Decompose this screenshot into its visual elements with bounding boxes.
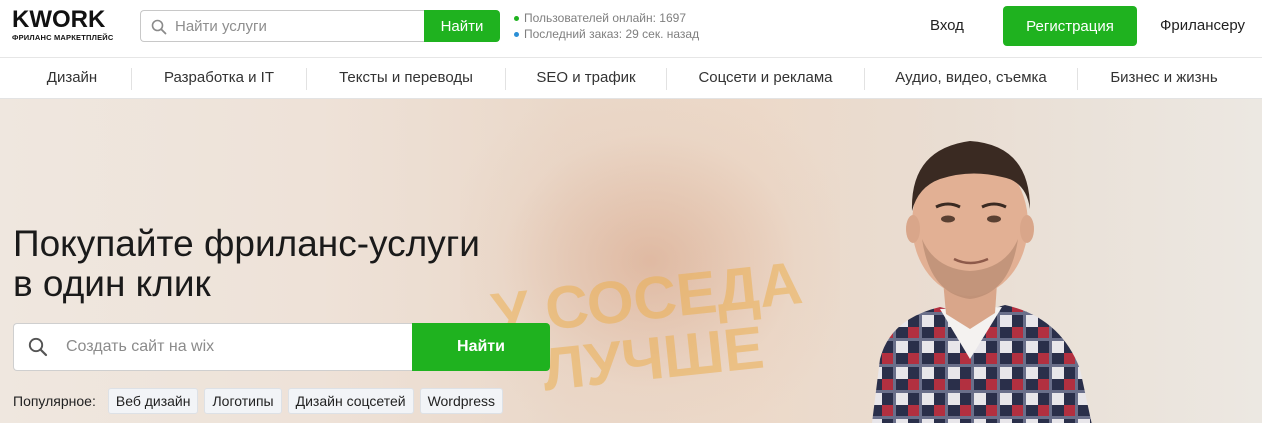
hero-search-button[interactable]: Найти — [412, 323, 550, 371]
stat-last-order-text: Последний заказ: 29 сек. назад — [524, 27, 700, 41]
site-stats: Пользователей онлайн: 1697 Последний зак… — [514, 10, 699, 42]
popular-tag-logos[interactable]: Логотипы — [204, 388, 282, 414]
hero-title: Покупайте фриланс-услуги в один клик — [13, 224, 480, 304]
nav-separator — [306, 68, 307, 90]
hero-search-input[interactable] — [66, 326, 406, 368]
category-nav: Дизайн Разработка и IT Тексты и переводы… — [0, 58, 1262, 99]
category-development[interactable]: Разработка и IT — [133, 58, 305, 98]
stat-online-text: Пользователей онлайн: 1697 — [524, 11, 686, 25]
header-search-input[interactable] — [175, 12, 420, 40]
stat-last-order: Последний заказ: 29 сек. назад — [514, 26, 699, 42]
popular-tag-web-design[interactable]: Веб дизайн — [107, 388, 199, 414]
kwork-logo[interactable]: KWORK ФРИЛАНС МАРКЕТПЛЕЙС — [12, 8, 132, 48]
header-search: Найти — [140, 10, 500, 42]
logo-tagline: ФРИЛАНС МАРКЕТПЛЕЙС — [12, 33, 114, 42]
popular-tag-social-design[interactable]: Дизайн соцсетей — [287, 388, 414, 414]
green-dot-icon — [514, 15, 519, 21]
blue-dot-icon — [514, 31, 519, 37]
category-design[interactable]: Дизайн — [14, 58, 130, 98]
category-audio-video[interactable]: Аудио, видео, съемка — [866, 58, 1076, 98]
header-search-box — [140, 10, 426, 42]
register-button[interactable]: Регистрация — [1003, 6, 1137, 46]
stat-online-users: Пользователей онлайн: 1697 — [514, 10, 699, 26]
category-texts[interactable]: Тексты и переводы — [308, 58, 504, 98]
popular-tag-wordpress[interactable]: Wordpress — [419, 388, 503, 414]
search-icon — [151, 19, 167, 35]
hero-banner: У СОСЕДА ЛУЧШЕ Покупайте фриланс-услуги … — [0, 99, 1262, 423]
nav-separator — [131, 68, 132, 90]
search-icon — [28, 337, 48, 357]
hero-title-line-2: в один клик — [13, 263, 211, 304]
person-photo — [872, 141, 1092, 423]
popular-label: Популярное: — [13, 393, 96, 409]
hero-search-box — [13, 323, 413, 371]
category-seo[interactable]: SEO и трафик — [507, 58, 665, 98]
category-social[interactable]: Соцсети и реклама — [668, 58, 863, 98]
nav-separator — [864, 68, 865, 90]
nav-separator — [1077, 68, 1078, 90]
header-search-button[interactable]: Найти — [424, 10, 500, 42]
hero-search: Найти — [13, 323, 550, 371]
category-business[interactable]: Бизнес и жизнь — [1079, 58, 1249, 98]
login-link[interactable]: Вход — [930, 17, 964, 34]
freelancer-link[interactable]: Фрилансеру — [1160, 17, 1245, 34]
nav-separator — [505, 68, 506, 90]
popular-tags: Популярное: Веб дизайн Логотипы Дизайн с… — [13, 388, 509, 414]
logo-wordmark: KWORK — [12, 6, 106, 33]
nav-separator — [666, 68, 667, 90]
top-header: KWORK ФРИЛАНС МАРКЕТПЛЕЙС Найти Пользова… — [0, 0, 1262, 58]
hero-title-line-1: Покупайте фриланс-услуги — [13, 223, 480, 264]
